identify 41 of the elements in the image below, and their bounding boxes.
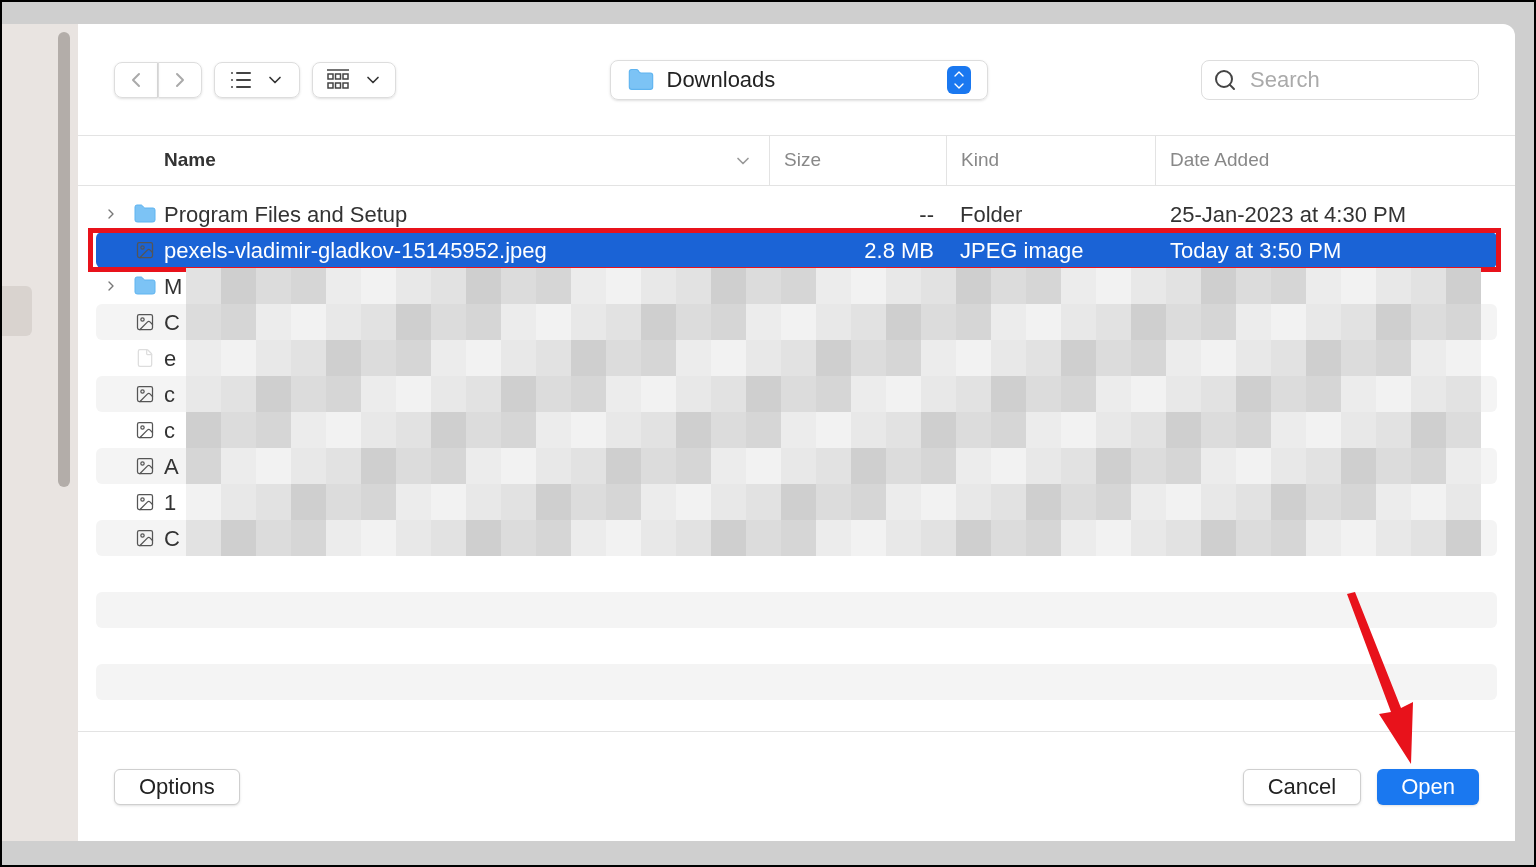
list-view-button[interactable] xyxy=(214,61,300,98)
file-row[interactable]: e xyxy=(96,340,1497,376)
file-name: 1 xyxy=(164,488,178,517)
file-row[interactable]: M xyxy=(96,268,1497,304)
file-name: A xyxy=(164,452,180,481)
document-icon xyxy=(135,346,155,370)
file-kind: JPEG image xyxy=(960,236,1085,265)
column-header[interactable]: Date Added xyxy=(1170,146,1270,175)
file-size: -- xyxy=(918,200,934,229)
file-name: e xyxy=(164,344,178,373)
file-name: M xyxy=(164,272,184,301)
file-row[interactable]: 1 xyxy=(96,484,1497,520)
file-row[interactable]: c xyxy=(96,376,1497,412)
folder-icon xyxy=(131,202,159,226)
file-kind: Folder xyxy=(960,200,1024,229)
file-name: c xyxy=(164,416,176,445)
file-name: pexels-vladimir-gladkov-15145952.jpeg xyxy=(164,236,548,265)
file-date: Today at 3:50 PM xyxy=(1170,236,1342,265)
stepper-icon xyxy=(946,65,971,94)
column-header[interactable]: Kind xyxy=(961,146,1000,175)
search-field[interactable]: Search xyxy=(1201,59,1479,100)
folder-icon xyxy=(131,274,159,298)
file-row[interactable]: Program Files and Setup -- Folder 25-Jan-2023 at 4:30 PM xyxy=(96,196,1497,232)
group-view-button[interactable] xyxy=(312,61,396,98)
file-row[interactable]: C xyxy=(96,304,1497,340)
file-size: 2.8 MB xyxy=(863,236,934,265)
search-icon xyxy=(1213,67,1237,92)
file-name: C xyxy=(164,524,181,553)
column-header[interactable]: Name xyxy=(164,146,216,175)
file-name: Program Files and Setup xyxy=(164,200,409,229)
file-name: c xyxy=(164,380,176,409)
location-popup[interactable]: Downloads xyxy=(609,59,988,100)
file-name: C xyxy=(164,308,181,337)
column-header[interactable]: Size xyxy=(784,146,821,175)
file-row[interactable]: c xyxy=(96,412,1497,448)
options-button[interactable]: Options xyxy=(114,768,240,805)
file-row[interactable]: C xyxy=(96,520,1497,556)
file-date: 25-Jan-2023 at 4:30 PM xyxy=(1170,200,1407,229)
file-row[interactable]: A xyxy=(96,448,1497,484)
cancel-button[interactable]: Cancel xyxy=(1242,768,1362,805)
default-button[interactable]: Open xyxy=(1377,768,1479,805)
